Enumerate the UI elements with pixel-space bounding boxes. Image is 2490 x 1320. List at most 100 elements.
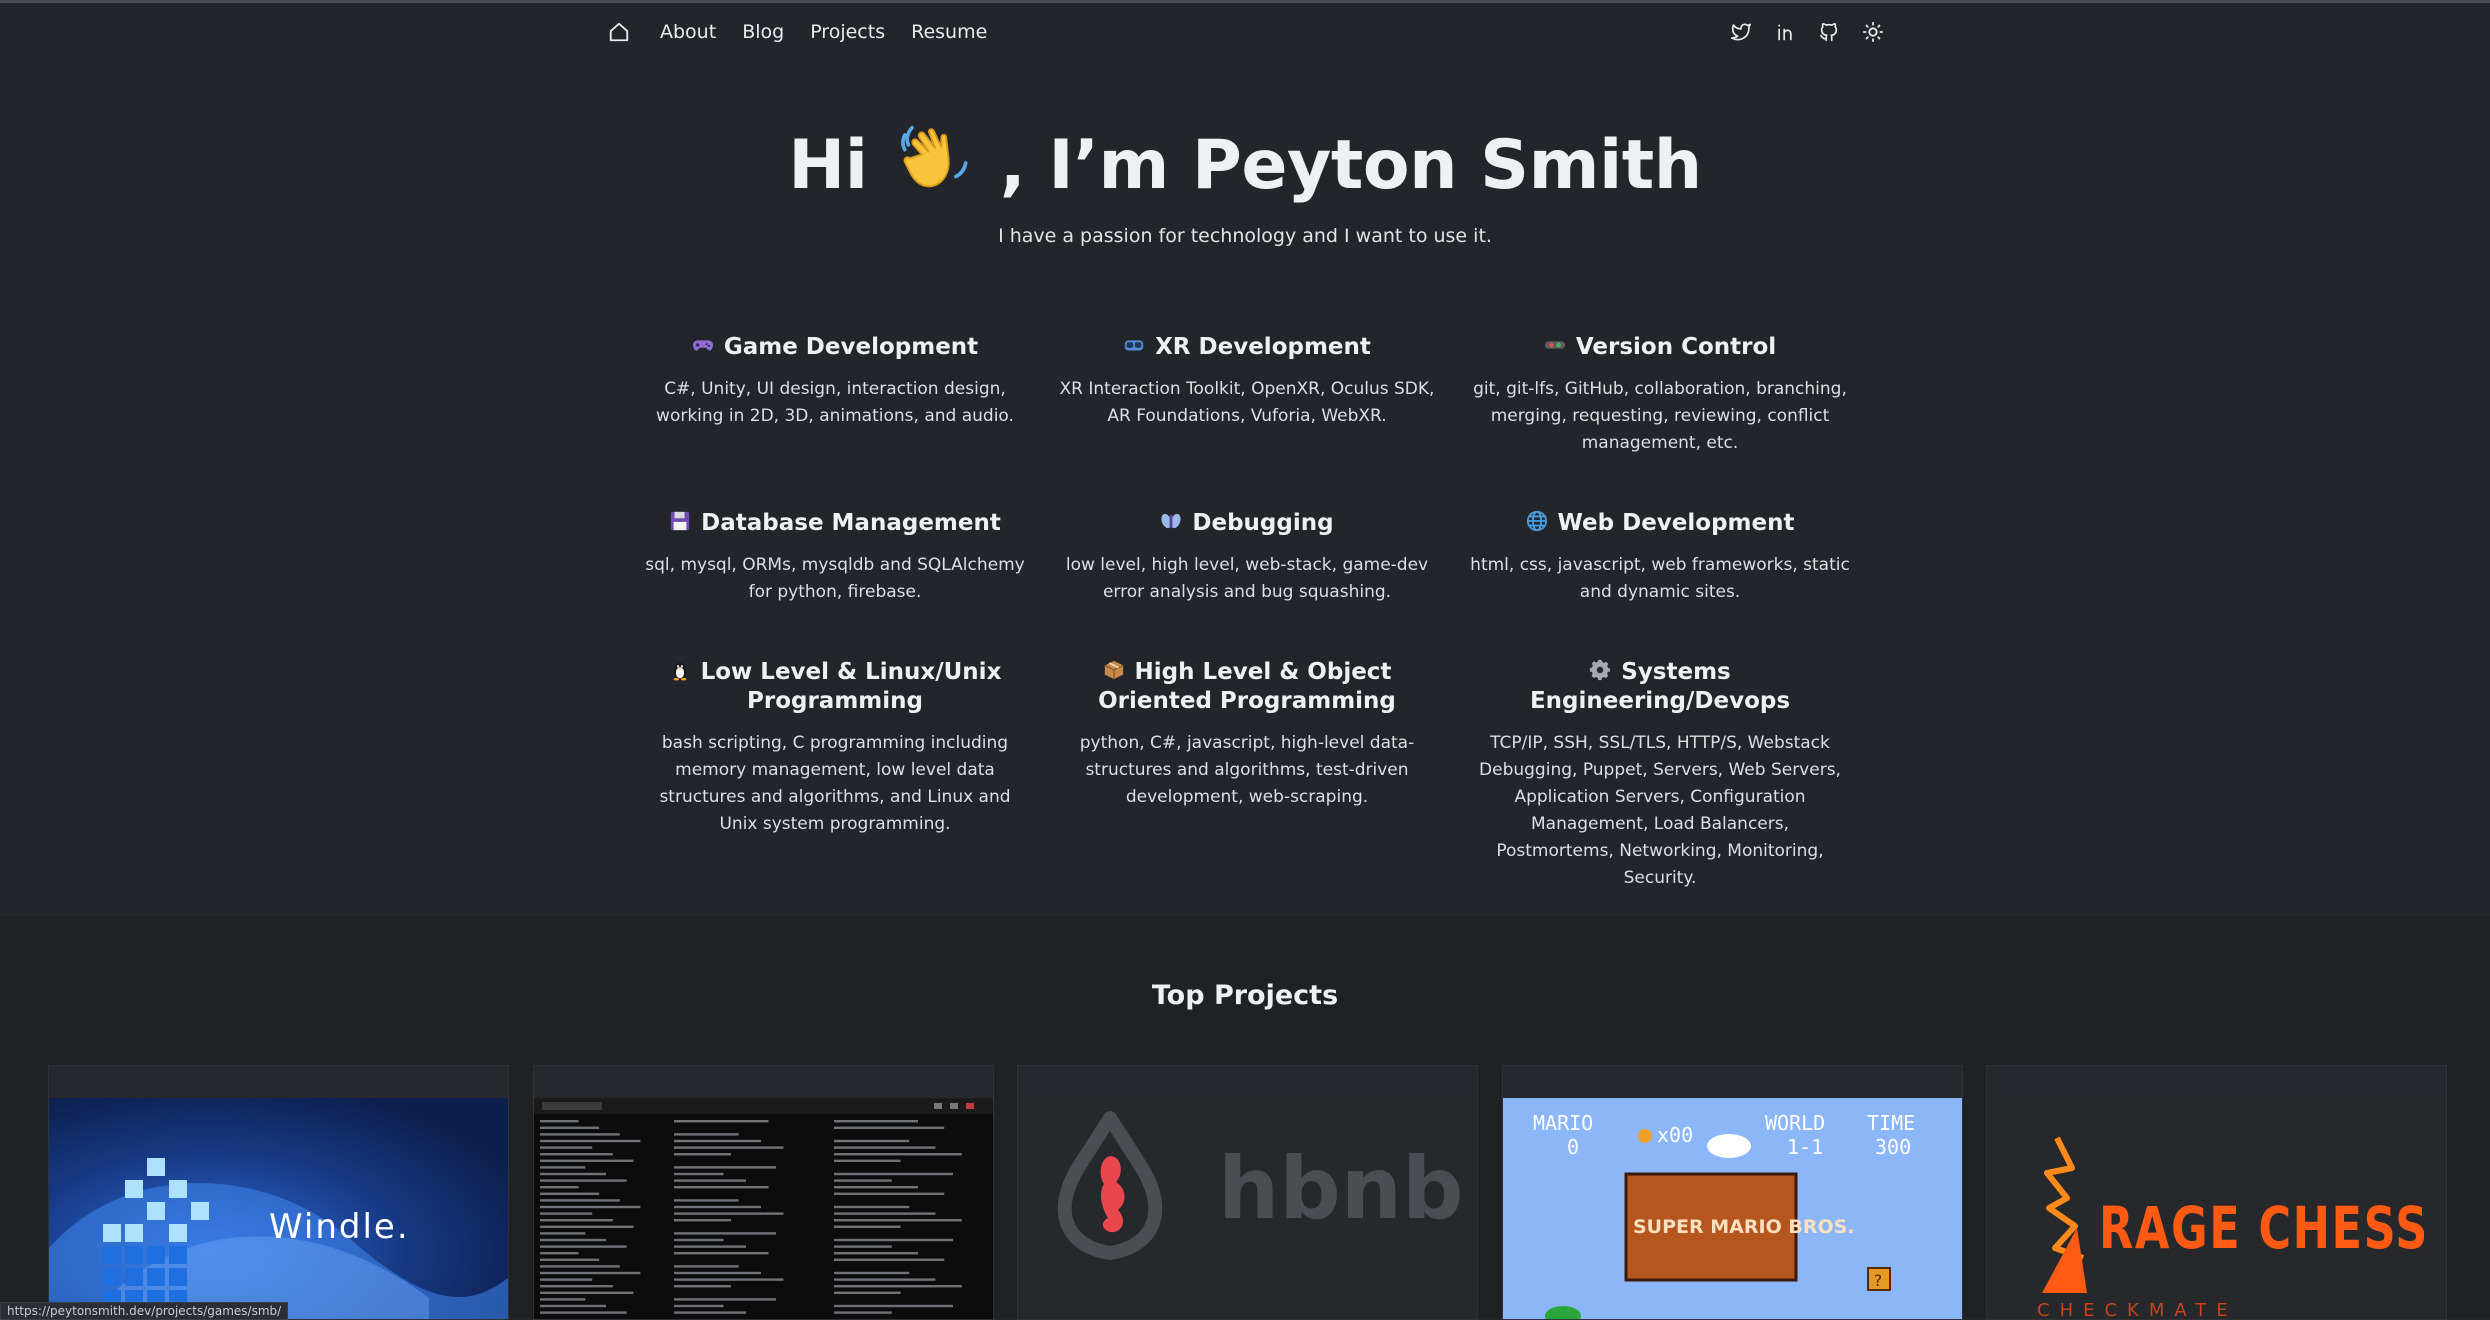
windle-artwork: Windle. — [49, 1158, 508, 1319]
twitter-icon[interactable] — [1730, 21, 1752, 43]
skill-description: XR Interaction Toolkit, OpenXR, Oculus S… — [1059, 379, 1435, 426]
package-icon — [1104, 660, 1123, 680]
nav-link-blog[interactable]: Blog — [742, 21, 784, 43]
home-icon — [609, 22, 629, 42]
terminal-line — [834, 1271, 910, 1275]
terminal-line — [674, 1199, 739, 1202]
nav-link-about[interactable]: About — [660, 21, 716, 43]
hero-greeting: Hi — [788, 126, 868, 205]
terminal-line — [674, 1252, 769, 1255]
terminal-line — [540, 1219, 613, 1222]
skill-title: Database Management — [701, 510, 1001, 536]
skill-description: low level, high level, web-stack, game-d… — [1065, 555, 1429, 602]
mario-hud-world-label: WORLD — [1765, 1111, 1825, 1135]
vr-goggles-icon — [1124, 340, 1144, 351]
terminal-line — [834, 1146, 936, 1149]
project-card-super-mario-bros[interactable]: MARIO 0 x00 WORLD 1-1 TIME 300 SUPER MAR… — [1502, 1065, 1963, 1320]
skill-description: bash scripting, C programming including … — [659, 733, 1011, 834]
skill-heading: Web Development — [1470, 509, 1850, 538]
skill-description: TCP/IP, SSH, SSL/TLS, HTTP/S, Webstack D… — [1479, 733, 1841, 888]
skill-description: git, git-lfs, GitHub, collaboration, bra… — [1473, 379, 1847, 453]
github-icon[interactable] — [1818, 21, 1840, 43]
nav-link-projects[interactable]: Projects — [810, 21, 885, 43]
bug-icon — [1161, 513, 1181, 529]
main-nav: About Blog Projects Resume — [608, 14, 987, 50]
hbnb-thumbnail[interactable]: hbnb — [1018, 1098, 1477, 1319]
rage-chess-thumbnail[interactable]: RAGE CHESS CHECKMATE — [1987, 1098, 2446, 1319]
terminal-line — [674, 1311, 746, 1314]
terminal-line — [540, 1126, 600, 1129]
floppy-disk-icon — [670, 511, 690, 531]
terminal-line — [540, 1186, 579, 1189]
terminal-line — [540, 1245, 627, 1248]
terminal-line — [674, 1219, 731, 1222]
theme-toggle-sun-icon[interactable] — [1862, 21, 1884, 43]
skill-title: Low Level & Linux/Unix Programming — [700, 659, 1002, 714]
window-top-border — [0, 0, 2490, 3]
hero-name: , I’m Peyton Smith — [999, 126, 1702, 205]
linkedin-icon[interactable] — [1774, 21, 1796, 43]
terminal-line — [540, 1179, 627, 1182]
skill-heading: High Level & Object Oriented Programming — [1057, 658, 1437, 716]
terminal-line — [834, 1153, 962, 1156]
terminal-line — [834, 1186, 918, 1189]
terminal-line — [540, 1146, 593, 1149]
terminal-line — [674, 1278, 784, 1281]
terminal-line — [834, 1120, 918, 1123]
terminal-line — [834, 1212, 936, 1215]
terminal-line — [834, 1238, 953, 1242]
terminal-line — [540, 1304, 606, 1308]
terminal-line — [674, 1139, 761, 1143]
terminal-line — [540, 1311, 627, 1314]
skill-heading: Low Level & Linux/Unix Programming — [645, 658, 1025, 716]
skill-version-control: Version Control git, git-lfs, GitHub, co… — [1470, 333, 1850, 457]
skill-heading: Debugging — [1057, 509, 1437, 538]
skill-heading: Game Development — [645, 333, 1025, 362]
social-links — [1730, 14, 1884, 50]
terminal-line — [834, 1192, 945, 1195]
super-mario-bros-thumbnail[interactable]: MARIO 0 x00 WORLD 1-1 TIME 300 SUPER MAR… — [1503, 1098, 1962, 1319]
skill-database-management: Database Management sql, mysql, ORMs, my… — [645, 509, 1025, 606]
terminal-line — [674, 1285, 731, 1288]
skill-description: python, C#, javascript, high-level data-… — [1079, 733, 1415, 807]
home-link[interactable] — [608, 21, 630, 43]
terminal-line — [674, 1212, 784, 1215]
skill-web-development: Web Development html, css, javascript, w… — [1470, 509, 1850, 606]
skill-title: Game Development — [723, 334, 979, 360]
skill-low-level-programming: Low Level & Linux/Unix Programming bash … — [645, 658, 1025, 838]
skill-debugging: Debugging low level, high level, web-sta… — [1057, 509, 1437, 606]
project-card-rage-chess[interactable]: RAGE CHESS CHECKMATE — [1986, 1065, 2447, 1320]
terminal-line — [834, 1126, 945, 1129]
terminal-line — [834, 1219, 962, 1222]
skill-description: C#, Unity, UI design, interaction design… — [656, 379, 1014, 426]
terminal-line — [540, 1271, 641, 1275]
windle-thumbnail[interactable]: Windle. — [49, 1098, 508, 1319]
terminal-line — [674, 1304, 724, 1308]
skill-description: html, css, javascript, web frameworks, s… — [1470, 555, 1850, 602]
waving-hand-icon — [900, 125, 968, 188]
terminal-line — [674, 1265, 739, 1268]
project-card-hbnb[interactable]: hbnb — [1017, 1065, 1478, 1320]
skill-heading: Systems Engineering/Devops — [1470, 658, 1850, 716]
terminal-line — [674, 1271, 761, 1275]
terminal-line — [540, 1153, 613, 1156]
mario-hud-world: 1-1 — [1787, 1135, 1823, 1159]
terminal-line — [540, 1238, 606, 1242]
terminal-line — [674, 1179, 746, 1182]
nav-link-resume[interactable]: Resume — [911, 21, 987, 43]
gamepad-icon — [692, 340, 713, 351]
terminal-line — [674, 1238, 724, 1242]
terminal-line — [834, 1245, 892, 1248]
terminal-line — [540, 1232, 586, 1235]
project-card-windle[interactable]: Windle. — [48, 1065, 509, 1320]
hbnb-logo-text: hbnb — [1218, 1139, 1464, 1239]
terminal-line — [540, 1172, 606, 1176]
skill-game-development: Game Development C#, Unity, UI design, i… — [645, 333, 1025, 430]
terminal-line — [540, 1225, 634, 1228]
terminal-line — [674, 1205, 761, 1209]
penguin-icon — [673, 662, 687, 681]
hbnb-artwork: hbnb — [1057, 1111, 1464, 1260]
project-card-simple-shell[interactable] — [533, 1065, 994, 1320]
terminal-line — [834, 1311, 892, 1314]
simple-shell-thumbnail[interactable] — [534, 1098, 993, 1319]
